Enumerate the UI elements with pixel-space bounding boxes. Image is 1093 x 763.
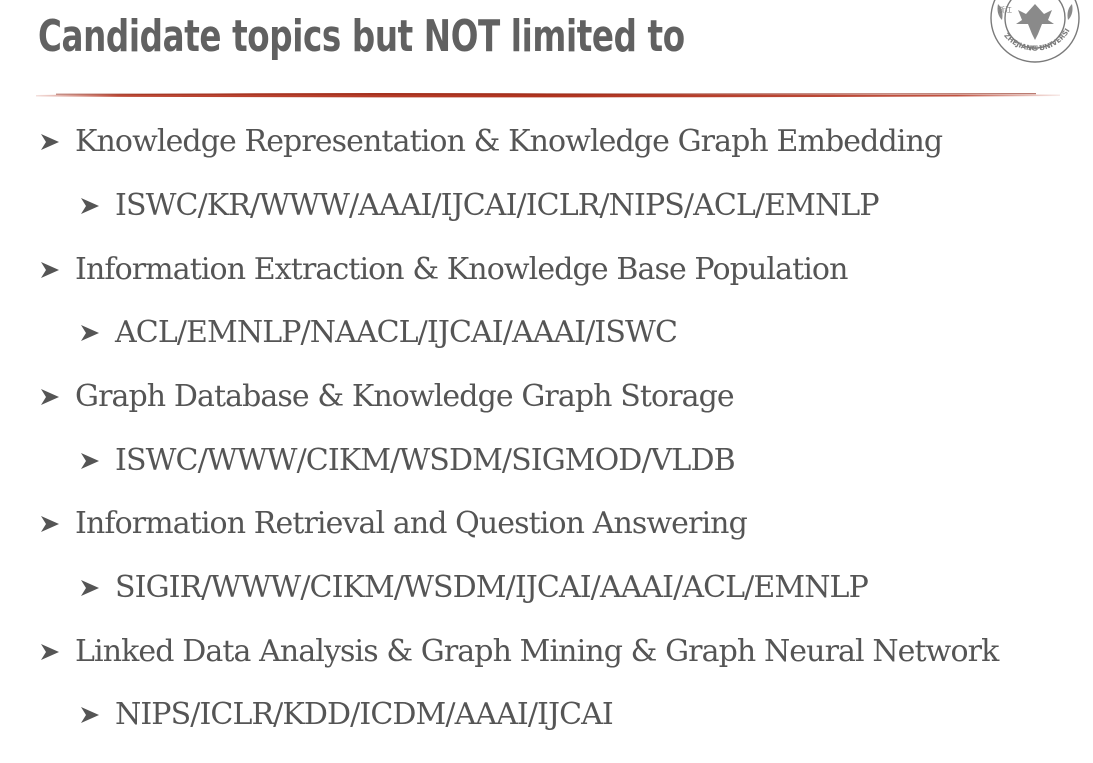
arrow-bullet-icon (40, 514, 60, 534)
venue-item: SIGIR/WWW/CIKM/WSDM/IJCAI/AAAI/ACL/EMNLP (80, 570, 869, 605)
topic-venues: ACL/EMNLP/NAACL/IJCAI/AAAI/ISWC (115, 315, 678, 350)
topic-item: Information Extraction & Knowledge Base … (40, 252, 848, 287)
topic-label: Graph Database & Knowledge Graph Storage (75, 379, 735, 414)
venue-item: NIPS/ICLR/KDD/ICDM/AAAI/IJCAI (80, 697, 614, 732)
topic-item: Graph Database & Knowledge Graph Storage (40, 379, 735, 414)
topic-item: Linked Data Analysis & Graph Mining & Gr… (40, 634, 999, 669)
title-divider (36, 93, 1060, 98)
venue-item: ISWC/WWW/CIKM/WSDM/SIGMOD/VLDB (80, 443, 736, 478)
topic-venues: SIGIR/WWW/CIKM/WSDM/IJCAI/AAAI/ACL/EMNLP (115, 570, 869, 605)
topic-label: Information Extraction & Knowledge Base … (75, 252, 848, 287)
topic-label: Information Retrieval and Question Answe… (75, 506, 748, 541)
university-seal-icon: 1897 浙江 ZHEJIANG UNIVERSITY (988, 0, 1080, 63)
venue-item: ACL/EMNLP/NAACL/IJCAI/AAAI/ISWC (80, 315, 678, 350)
arrow-bullet-icon (40, 260, 60, 280)
arrow-bullet-icon (40, 132, 60, 152)
arrow-bullet-icon (80, 705, 100, 725)
topic-label: Linked Data Analysis & Graph Mining & Gr… (75, 634, 999, 669)
venue-item: ISWC/KR/WWW/AAAI/IJCAI/ICLR/NIPS/ACL/EMN… (80, 188, 880, 223)
topic-label: Knowledge Representation & Knowledge Gra… (75, 124, 943, 159)
arrow-bullet-icon (40, 642, 60, 662)
arrow-bullet-icon (80, 578, 100, 598)
topic-venues: ISWC/KR/WWW/AAAI/IJCAI/ICLR/NIPS/ACL/EMN… (115, 188, 880, 223)
arrow-bullet-icon (80, 196, 100, 216)
arrow-bullet-icon (40, 387, 60, 407)
topic-venues: NIPS/ICLR/KDD/ICDM/AAAI/IJCAI (115, 697, 614, 732)
slide-title: Candidate topics but NOT limited to (38, 11, 685, 62)
logo-text-top: 浙江 (998, 5, 1012, 14)
topic-item: Information Retrieval and Question Answe… (40, 506, 748, 541)
arrow-bullet-icon (80, 451, 100, 471)
topic-venues: ISWC/WWW/CIKM/WSDM/SIGMOD/VLDB (115, 443, 736, 478)
topic-item: Knowledge Representation & Knowledge Gra… (40, 124, 943, 159)
arrow-bullet-icon (80, 323, 100, 343)
